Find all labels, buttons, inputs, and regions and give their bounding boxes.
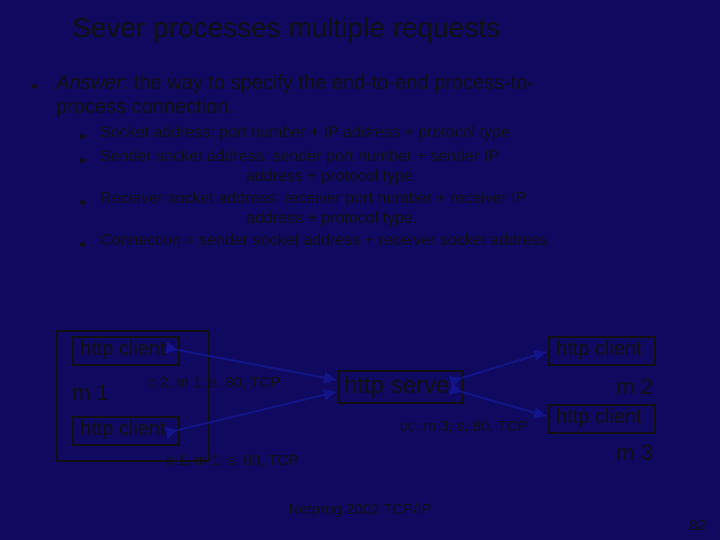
conn-label-2: c 1, m 1; s, 80, TCP — [166, 452, 298, 469]
answer-line2: process connection. — [56, 96, 234, 119]
page-number: 82 — [689, 517, 706, 534]
sub-b1: Sender socket address: sender port numbe… — [100, 148, 499, 166]
bullet-dot — [80, 158, 85, 163]
answer-line1: Answer: the way to specify the end-to-en… — [56, 72, 534, 95]
label-client-tr: http client — [556, 338, 642, 361]
bullet-dot — [80, 200, 85, 205]
bullet-dot — [32, 84, 37, 89]
label-client-tl: http client — [80, 338, 166, 361]
slide-title: Sever processes multiple requests — [72, 12, 500, 44]
conn-label-3: cc, m 3; s, 80, TCP — [400, 418, 527, 435]
footer-text: Netprog 2002 TCP/IP — [0, 501, 720, 518]
label-m1: m 1 — [72, 380, 109, 406]
sub-b2: address + protocol type — [246, 168, 413, 186]
label-m2: m 2 — [616, 374, 653, 400]
label-server: http server — [344, 372, 457, 400]
bullet-dot — [80, 242, 85, 247]
answer-lead: Answer — [56, 72, 123, 94]
sub-d: Connection = sender socket address + rec… — [100, 232, 547, 250]
sub-c1: Receiver socket address: receiver port n… — [100, 190, 526, 208]
label-client-br: http client — [556, 406, 642, 429]
conn-label-1: c 2, m 1; s, 80, TCP — [148, 374, 280, 391]
bullet-dot — [80, 134, 85, 139]
answer-rest: : the way to specify the end-to-end proc… — [123, 72, 534, 94]
label-m3: m 3 — [616, 440, 653, 466]
label-client-bl: http client — [80, 418, 166, 441]
sub-a: Socket address: port number + IP address… — [100, 124, 510, 142]
sub-c2: address + protocol type. — [246, 210, 417, 228]
